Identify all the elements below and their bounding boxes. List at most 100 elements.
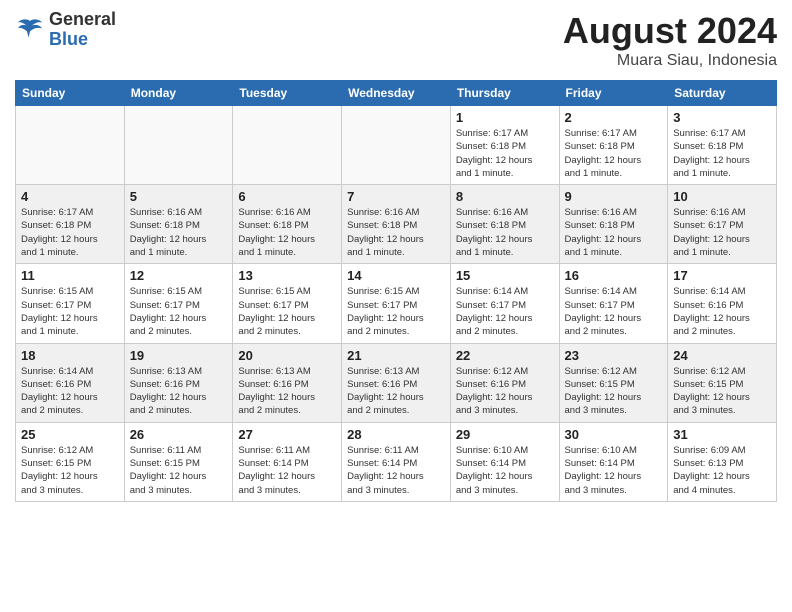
calendar-cell: 1 Sunrise: 6:17 AM Sunset: 6:18 PM Daylig… xyxy=(450,106,559,185)
logo-text: General Blue xyxy=(49,10,116,50)
weekday-header-sunday: Sunday xyxy=(16,81,125,106)
day-number: 28 xyxy=(347,427,445,442)
day-number: 24 xyxy=(673,348,771,363)
calendar-cell: 27 Sunrise: 6:11 AM Sunset: 6:14 PM Dayli… xyxy=(233,422,342,501)
weekday-header-thursday: Thursday xyxy=(450,81,559,106)
day-number: 18 xyxy=(21,348,119,363)
day-info: Sunrise: 6:13 AM Sunset: 6:16 PM Dayligh… xyxy=(238,365,336,418)
day-info: Sunrise: 6:17 AM Sunset: 6:18 PM Dayligh… xyxy=(456,127,554,180)
day-info: Sunrise: 6:10 AM Sunset: 6:14 PM Dayligh… xyxy=(456,444,554,497)
month-title: August 2024 xyxy=(563,10,777,52)
day-number: 23 xyxy=(565,348,663,363)
day-info: Sunrise: 6:10 AM Sunset: 6:14 PM Dayligh… xyxy=(565,444,663,497)
calendar-week-row: 1 Sunrise: 6:17 AM Sunset: 6:18 PM Daylig… xyxy=(16,106,777,185)
day-info: Sunrise: 6:16 AM Sunset: 6:18 PM Dayligh… xyxy=(456,206,554,259)
calendar-cell: 24Sunrise: 6:12 AM Sunset: 6:15 PM Dayli… xyxy=(668,343,777,422)
day-info: Sunrise: 6:13 AM Sunset: 6:16 PM Dayligh… xyxy=(347,365,445,418)
day-info: Sunrise: 6:16 AM Sunset: 6:18 PM Dayligh… xyxy=(130,206,228,259)
calendar-cell: 28 Sunrise: 6:11 AM Sunset: 6:14 PM Dayli… xyxy=(342,422,451,501)
day-number: 22 xyxy=(456,348,554,363)
page-header: General Blue August 2024 Muara Siau, Ind… xyxy=(15,10,777,70)
day-number: 27 xyxy=(238,427,336,442)
day-number: 30 xyxy=(565,427,663,442)
day-number: 8 xyxy=(456,189,554,204)
calendar-cell: 23 Sunrise: 6:12 AM Sunset: 6:15 PM Dayli… xyxy=(559,343,668,422)
day-number: 26 xyxy=(130,427,228,442)
calendar-cell: 25Sunrise: 6:12 AM Sunset: 6:15 PM Dayli… xyxy=(16,422,125,501)
day-number: 11 xyxy=(21,268,119,283)
calendar-cell: 26 Sunrise: 6:11 AM Sunset: 6:15 PM Dayli… xyxy=(124,422,233,501)
day-number: 5 xyxy=(130,189,228,204)
calendar-cell: 3Sunrise: 6:17 AM Sunset: 6:18 PM Daylig… xyxy=(668,106,777,185)
day-info: Sunrise: 6:13 AM Sunset: 6:16 PM Dayligh… xyxy=(130,365,228,418)
day-info: Sunrise: 6:14 AM Sunset: 6:16 PM Dayligh… xyxy=(673,285,771,338)
day-info: Sunrise: 6:12 AM Sunset: 6:15 PM Dayligh… xyxy=(565,365,663,418)
day-info: Sunrise: 6:17 AM Sunset: 6:18 PM Dayligh… xyxy=(21,206,119,259)
day-info: Sunrise: 6:11 AM Sunset: 6:14 PM Dayligh… xyxy=(238,444,336,497)
calendar-cell: 18Sunrise: 6:14 AM Sunset: 6:16 PM Dayli… xyxy=(16,343,125,422)
calendar-cell: 17Sunrise: 6:14 AM Sunset: 6:16 PM Dayli… xyxy=(668,264,777,343)
weekday-header-wednesday: Wednesday xyxy=(342,81,451,106)
calendar-cell: 19 Sunrise: 6:13 AM Sunset: 6:16 PM Dayli… xyxy=(124,343,233,422)
day-info: Sunrise: 6:16 AM Sunset: 6:18 PM Dayligh… xyxy=(347,206,445,259)
calendar-cell: 22Sunrise: 6:12 AM Sunset: 6:16 PM Dayli… xyxy=(450,343,559,422)
calendar-table: SundayMondayTuesdayWednesdayThursdayFrid… xyxy=(15,80,777,502)
calendar-cell: 13Sunrise: 6:15 AM Sunset: 6:17 PM Dayli… xyxy=(233,264,342,343)
day-number: 14 xyxy=(347,268,445,283)
calendar-cell: 29 Sunrise: 6:10 AM Sunset: 6:14 PM Dayli… xyxy=(450,422,559,501)
day-info: Sunrise: 6:15 AM Sunset: 6:17 PM Dayligh… xyxy=(238,285,336,338)
calendar-cell: 16 Sunrise: 6:14 AM Sunset: 6:17 PM Dayli… xyxy=(559,264,668,343)
calendar-cell: 9Sunrise: 6:16 AM Sunset: 6:18 PM Daylig… xyxy=(559,185,668,264)
calendar-cell xyxy=(342,106,451,185)
day-number: 20 xyxy=(238,348,336,363)
day-number: 29 xyxy=(456,427,554,442)
calendar-cell: 30 Sunrise: 6:10 AM Sunset: 6:14 PM Dayli… xyxy=(559,422,668,501)
day-number: 21 xyxy=(347,348,445,363)
calendar-week-row: 25Sunrise: 6:12 AM Sunset: 6:15 PM Dayli… xyxy=(16,422,777,501)
day-info: Sunrise: 6:12 AM Sunset: 6:15 PM Dayligh… xyxy=(21,444,119,497)
day-info: Sunrise: 6:09 AM Sunset: 6:13 PM Dayligh… xyxy=(673,444,771,497)
day-number: 16 xyxy=(565,268,663,283)
day-number: 15 xyxy=(456,268,554,283)
day-number: 19 xyxy=(130,348,228,363)
calendar-cell: 12Sunrise: 6:15 AM Sunset: 6:17 PM Dayli… xyxy=(124,264,233,343)
calendar-cell xyxy=(233,106,342,185)
day-info: Sunrise: 6:16 AM Sunset: 6:18 PM Dayligh… xyxy=(565,206,663,259)
calendar-week-row: 18Sunrise: 6:14 AM Sunset: 6:16 PM Dayli… xyxy=(16,343,777,422)
calendar-cell: 4Sunrise: 6:17 AM Sunset: 6:18 PM Daylig… xyxy=(16,185,125,264)
weekday-header-monday: Monday xyxy=(124,81,233,106)
title-block: August 2024 Muara Siau, Indonesia xyxy=(563,10,777,70)
weekday-header-saturday: Saturday xyxy=(668,81,777,106)
calendar-cell: 15 Sunrise: 6:14 AM Sunset: 6:17 PM Dayli… xyxy=(450,264,559,343)
calendar-week-row: 4Sunrise: 6:17 AM Sunset: 6:18 PM Daylig… xyxy=(16,185,777,264)
calendar-cell: 21 Sunrise: 6:13 AM Sunset: 6:16 PM Dayli… xyxy=(342,343,451,422)
day-info: Sunrise: 6:17 AM Sunset: 6:18 PM Dayligh… xyxy=(565,127,663,180)
day-info: Sunrise: 6:11 AM Sunset: 6:15 PM Dayligh… xyxy=(130,444,228,497)
day-number: 1 xyxy=(456,110,554,125)
logo: General Blue xyxy=(15,10,116,50)
day-number: 7 xyxy=(347,189,445,204)
day-info: Sunrise: 6:16 AM Sunset: 6:18 PM Dayligh… xyxy=(238,206,336,259)
calendar-cell: 7 Sunrise: 6:16 AM Sunset: 6:18 PM Daylig… xyxy=(342,185,451,264)
day-info: Sunrise: 6:17 AM Sunset: 6:18 PM Dayligh… xyxy=(673,127,771,180)
logo-icon xyxy=(15,15,45,45)
weekday-header-friday: Friday xyxy=(559,81,668,106)
day-number: 31 xyxy=(673,427,771,442)
calendar-cell: 6 Sunrise: 6:16 AM Sunset: 6:18 PM Daylig… xyxy=(233,185,342,264)
day-info: Sunrise: 6:14 AM Sunset: 6:17 PM Dayligh… xyxy=(456,285,554,338)
calendar-cell: 11 Sunrise: 6:15 AM Sunset: 6:17 PM Dayli… xyxy=(16,264,125,343)
day-info: Sunrise: 6:11 AM Sunset: 6:14 PM Dayligh… xyxy=(347,444,445,497)
calendar-week-row: 11 Sunrise: 6:15 AM Sunset: 6:17 PM Dayli… xyxy=(16,264,777,343)
calendar-cell: 20 Sunrise: 6:13 AM Sunset: 6:16 PM Dayli… xyxy=(233,343,342,422)
calendar-cell: 8 Sunrise: 6:16 AM Sunset: 6:18 PM Daylig… xyxy=(450,185,559,264)
day-info: Sunrise: 6:14 AM Sunset: 6:17 PM Dayligh… xyxy=(565,285,663,338)
calendar-cell: 31 Sunrise: 6:09 AM Sunset: 6:13 PM Dayli… xyxy=(668,422,777,501)
calendar-cell: 5 Sunrise: 6:16 AM Sunset: 6:18 PM Daylig… xyxy=(124,185,233,264)
logo-blue-label: Blue xyxy=(49,30,116,50)
calendar-header-row: SundayMondayTuesdayWednesdayThursdayFrid… xyxy=(16,81,777,106)
day-info: Sunrise: 6:15 AM Sunset: 6:17 PM Dayligh… xyxy=(347,285,445,338)
logo-general-label: General xyxy=(49,10,116,30)
day-number: 6 xyxy=(238,189,336,204)
day-info: Sunrise: 6:15 AM Sunset: 6:17 PM Dayligh… xyxy=(130,285,228,338)
day-info: Sunrise: 6:15 AM Sunset: 6:17 PM Dayligh… xyxy=(21,285,119,338)
